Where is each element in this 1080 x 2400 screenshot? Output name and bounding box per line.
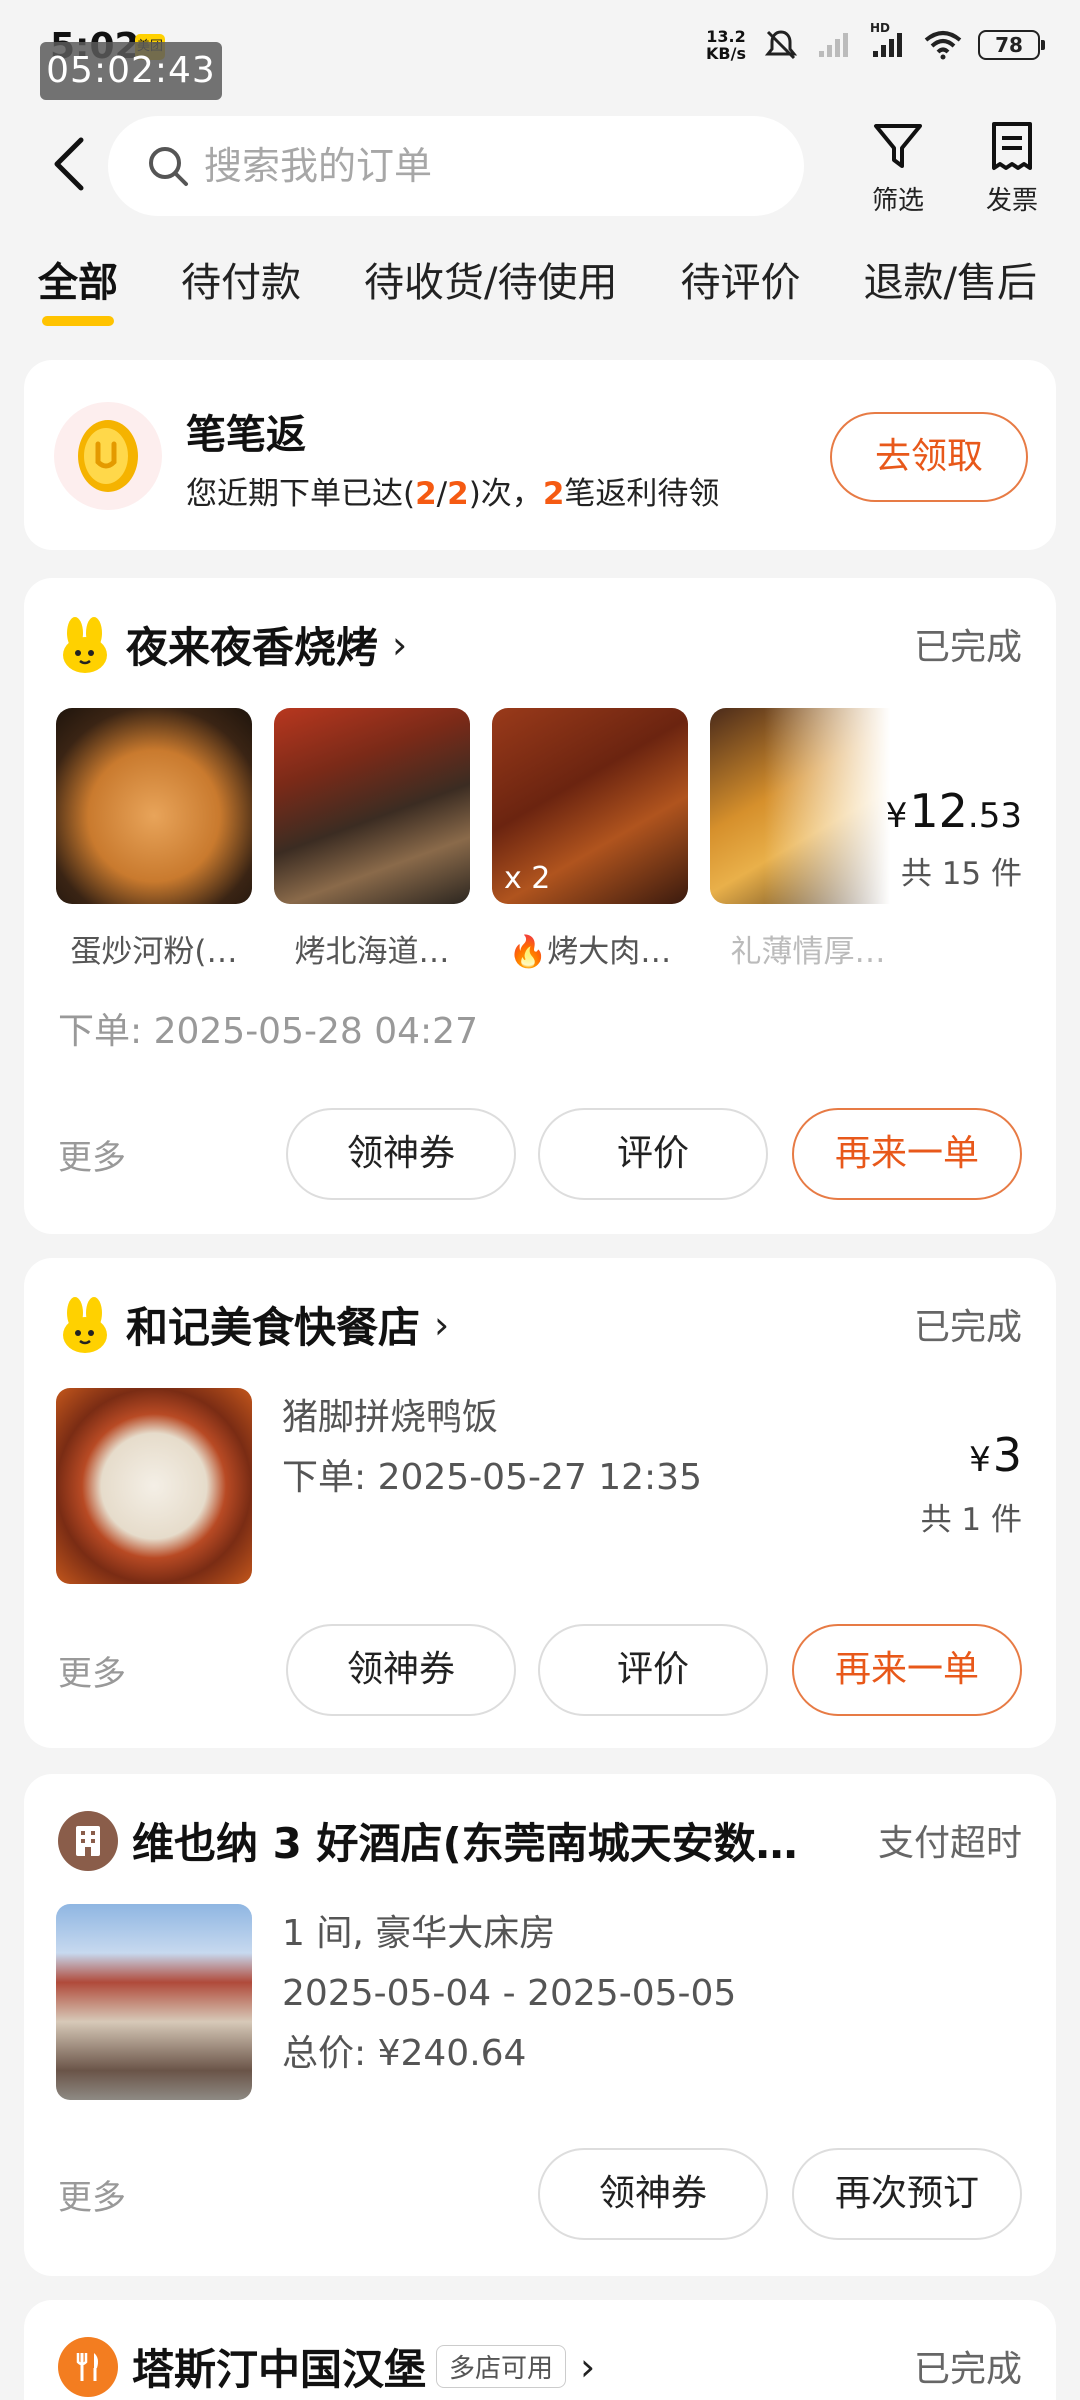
chevron-right-icon: ›	[392, 622, 408, 667]
review-button[interactable]: 评价	[538, 1624, 768, 1716]
order-card[interactable]: 塔斯汀中国汉堡 多店可用 › 已完成	[24, 2300, 1056, 2400]
order-status: 支付超时	[877, 1823, 1022, 1864]
get-coupon-button[interactable]: 领神券	[538, 2148, 768, 2240]
order-card[interactable]: 夜来夜香烧烤 › 已完成 x 2 蛋炒河粉(… 烤北海道… 🔥烤大肉… 礼薄情厚…	[24, 578, 1056, 1234]
hotel-icon	[58, 1810, 118, 1871]
store-name: 和记美食快餐店	[126, 1303, 421, 1352]
order-status: 已完成	[913, 2349, 1022, 2390]
more-button[interactable]: 更多	[58, 1646, 126, 1695]
store-header[interactable]: 维也纳 3 好酒店(东莞南城天安数…	[58, 1810, 798, 1871]
order-time: 下单: 2025-05-28 04:27	[58, 1011, 478, 1052]
reorder-button[interactable]: 再来一单	[792, 1108, 1022, 1200]
back-button[interactable]	[44, 134, 94, 194]
invoice-icon	[992, 122, 1032, 170]
get-coupon-button[interactable]: 领神券	[286, 1624, 516, 1716]
chevron-right-icon: ›	[580, 2344, 596, 2389]
cashback-promo-card: 笔笔返 您近期下单已达(2/2)次，2笔返利待领 去领取	[24, 360, 1056, 550]
order-card[interactable]: 维也纳 3 好酒店(东莞南城天安数… 支付超时 1 间, 豪华大床房 2025-…	[24, 1774, 1056, 2276]
search-input[interactable]	[204, 144, 764, 188]
stay-dates: 2025-05-04 - 2025-05-05	[282, 1973, 737, 2014]
chevron-right-icon: ›	[434, 1302, 450, 1347]
tab-refund[interactable]: 退款/售后	[863, 250, 1036, 330]
mute-icon	[762, 29, 800, 61]
order-card[interactable]: 和记美食快餐店 › 已完成 猪脚拼烧鸭饭 下单: 2025-05-27 12:3…	[24, 1258, 1056, 1748]
invoice-button[interactable]: 发票	[972, 120, 1052, 217]
network-speed: 13.2 KB/s	[706, 27, 746, 63]
more-button[interactable]: 更多	[58, 2170, 126, 2219]
order-status: 已完成	[913, 627, 1022, 668]
get-coupon-button[interactable]: 领神券	[286, 1108, 516, 1200]
back-arrow-icon	[54, 137, 84, 191]
order-price: ¥12.53	[885, 784, 1022, 838]
order-price: ¥3	[969, 1428, 1022, 1482]
order-time: 下单: 2025-05-27 12:35	[282, 1457, 702, 1498]
store-name: 维也纳 3 好酒店(东莞南城天安数…	[132, 1819, 798, 1868]
rebook-button[interactable]: 再次预订	[792, 2148, 1022, 2240]
filter-label: 筛选	[871, 186, 924, 216]
item-name: 蛋炒河粉(…	[70, 934, 238, 970]
store-name: 夜来夜香烧烤	[126, 623, 379, 672]
meituan-bunny-icon	[63, 1296, 107, 1353]
room-info: 1 间, 豪华大床房	[282, 1913, 556, 1954]
total-price: 总价: ¥240.64	[282, 2033, 527, 2074]
battery-icon: 78	[978, 30, 1045, 60]
store-header[interactable]: 塔斯汀中国汉堡 多店可用 ›	[58, 2336, 595, 2397]
tab-pending-receipt[interactable]: 待收货/待使用	[364, 250, 617, 330]
item-name: 🔥烤大肉…	[508, 934, 672, 970]
item-name: 烤北海道…	[294, 934, 450, 970]
item-image-noodles	[56, 708, 252, 904]
item-image-pork-skewers: x 2	[492, 708, 688, 904]
meituan-bunny-icon	[63, 616, 107, 673]
wifi-icon	[924, 29, 962, 61]
review-button[interactable]: 评价	[538, 1108, 768, 1200]
item-quantity: x 2	[504, 861, 551, 896]
order-tabs: 全部 待付款 待收货/待使用 待评价 退款/售后	[0, 250, 1080, 330]
multi-store-tag: 多店可用	[436, 2345, 567, 2388]
filter-button[interactable]: 筛选	[858, 120, 938, 217]
store-header[interactable]: 夜来夜香烧烤 ›	[58, 614, 407, 675]
item-name: 礼薄情厚…	[730, 934, 886, 970]
search-bar[interactable]	[108, 116, 804, 216]
screen-record-timer: 05:02:43	[40, 42, 222, 100]
reorder-button[interactable]: 再来一单	[792, 1624, 1022, 1716]
more-button[interactable]: 更多	[58, 1130, 126, 1179]
invoice-label: 发票	[985, 186, 1038, 216]
item-count: 共 15 件	[900, 856, 1022, 892]
restaurant-icon	[58, 2336, 118, 2397]
filter-icon	[874, 124, 922, 168]
claim-button[interactable]: 去领取	[830, 412, 1028, 502]
header: 筛选 发票	[0, 110, 1080, 226]
status-bar: 5:02 美团 05:02:43 13.2 KB/s HD 78	[0, 0, 1080, 100]
signal-weak-icon	[816, 29, 854, 61]
tab-pending-payment[interactable]: 待付款	[181, 250, 301, 330]
tab-pending-review[interactable]: 待评价	[680, 250, 800, 330]
item-image-grilled-fish	[274, 708, 470, 904]
item-count: 共 1 件	[920, 1502, 1022, 1538]
signal-hd-icon: HD	[870, 21, 908, 61]
promo-title: 笔笔返	[186, 412, 306, 458]
store-name: 塔斯汀中国汉堡	[132, 2345, 427, 2394]
item-image-pork-duck-rice[interactable]	[56, 1388, 252, 1584]
item-name: 猪脚拼烧鸭饭	[282, 1397, 499, 1438]
coin-icon	[54, 402, 162, 510]
tab-all[interactable]: 全部	[38, 250, 118, 330]
order-status: 已完成	[913, 1307, 1022, 1348]
store-header[interactable]: 和记美食快餐店 ›	[58, 1294, 449, 1355]
hotel-image[interactable]	[56, 1904, 252, 2100]
promo-description: 您近期下单已达(2/2)次，2笔返利待领	[186, 476, 720, 512]
search-icon	[149, 147, 188, 186]
